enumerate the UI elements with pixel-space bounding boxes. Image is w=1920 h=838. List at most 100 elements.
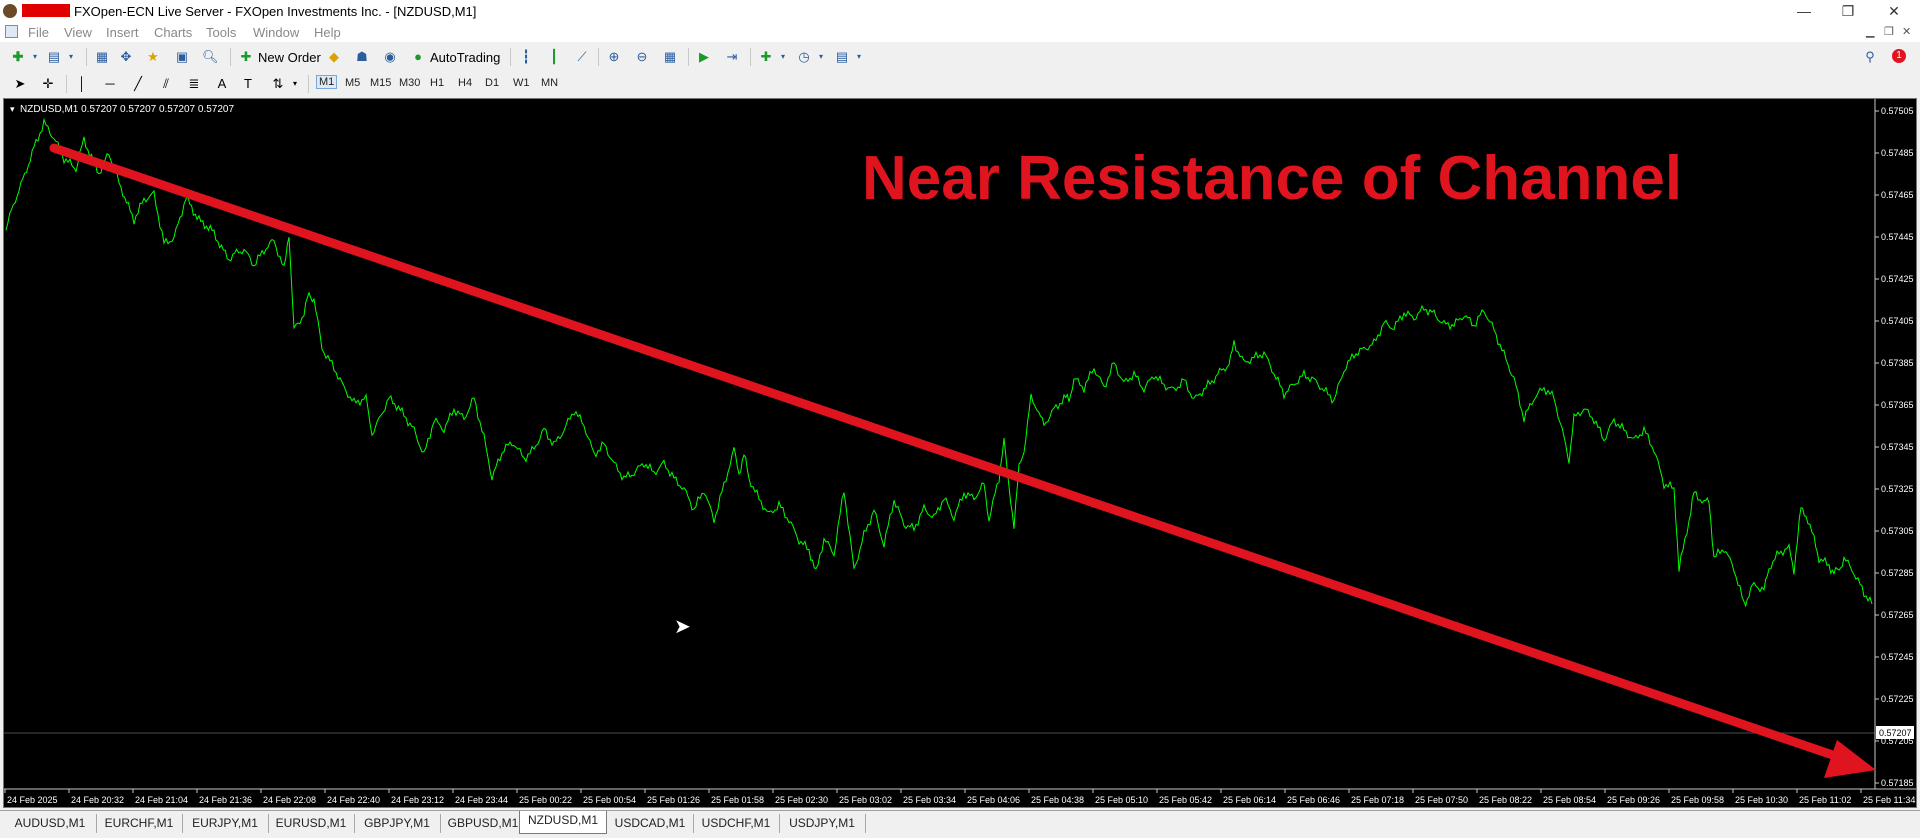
tab-eurchf[interactable]: EURCHF,M1 [96, 814, 183, 833]
alerts-badge[interactable]: 1 [1892, 49, 1906, 63]
menu-view[interactable]: View [64, 25, 92, 40]
terminal-icon[interactable]: ▣ [174, 49, 190, 65]
price-tick-label: 0.57405 [1881, 316, 1914, 326]
time-tick-label: 25 Feb 06:14 [1223, 795, 1276, 805]
channel-icon[interactable]: ⫽ [158, 76, 174, 92]
autotrading-button[interactable]: AutoTrading [430, 50, 500, 65]
timeframe-h4[interactable]: H4 [458, 77, 472, 89]
indicators-icon[interactable]: ✚ [758, 49, 774, 65]
timeframe-m5[interactable]: M5 [345, 77, 360, 89]
price-tick-label: 0.57225 [1881, 694, 1914, 704]
strategy-tester-icon[interactable]: 🔍︎ [202, 49, 219, 65]
dropdown-icon[interactable]: ▾ [851, 49, 867, 65]
tab-audusd[interactable]: AUDUSD,M1 [4, 814, 97, 833]
mdi-close-button[interactable]: ✕ [1902, 25, 1911, 38]
fibonacci-icon[interactable]: ≣ [186, 76, 202, 92]
mdi-minimize-button[interactable]: ▁ [1866, 25, 1874, 38]
dropdown-icon[interactable]: ▾ [27, 49, 43, 65]
tile-windows-icon[interactable]: ▦ [662, 49, 678, 65]
price-chart[interactable]: 0.57505 0.57485 0.57465 0.57445 0.57425 0.574… [3, 98, 1917, 808]
maximize-button[interactable]: ❐ [1834, 1, 1862, 21]
tab-gbpjpy[interactable]: GBPJPY,M1 [354, 814, 441, 833]
text-label-icon[interactable]: T [240, 76, 256, 92]
crosshair-icon[interactable]: ✛ [40, 76, 56, 92]
navigator-icon[interactable]: ★ [145, 49, 161, 65]
chart-header: NZDUSD,M1 0.57207 0.57207 0.57207 0.5720… [20, 104, 234, 115]
dropdown-icon[interactable]: ▾ [813, 49, 829, 65]
time-tick-label: 25 Feb 03:02 [839, 795, 892, 805]
periods-icon[interactable]: ◷ [796, 49, 812, 65]
new-order-icon[interactable]: ✚ [238, 49, 254, 65]
timeframe-w1[interactable]: W1 [513, 77, 530, 89]
menu-tools[interactable]: Tools [206, 25, 236, 40]
zoom-in-icon[interactable]: ⊕ [606, 49, 622, 65]
autotrading-icon[interactable]: ● [410, 49, 426, 65]
timeframe-m30[interactable]: M30 [399, 77, 420, 89]
tab-usdchf[interactable]: USDCHF,M1 [693, 814, 780, 833]
close-button[interactable]: ✕ [1880, 1, 1908, 21]
minimize-button[interactable]: — [1790, 1, 1818, 21]
time-tick-label: 25 Feb 07:18 [1351, 795, 1404, 805]
time-axis: 24 Feb 2025 24 Feb 20:32 24 Feb 21:04 24 Fe… [4, 789, 1915, 805]
tab-eurjpy[interactable]: EURJPY,M1 [182, 814, 269, 833]
tab-gbpusd[interactable]: GBPUSD,M1 [440, 814, 527, 833]
price-tick-label: 0.57365 [1881, 400, 1914, 410]
time-tick-label: 25 Feb 04:06 [967, 795, 1020, 805]
signals-icon[interactable]: ☗ [354, 49, 370, 65]
dropdown-icon[interactable]: ▾ [63, 49, 79, 65]
autoscroll-icon[interactable]: ▶ [696, 49, 712, 65]
chart-window-icon[interactable] [5, 25, 18, 38]
app-logo-icon [3, 4, 17, 18]
price-tick-label: 0.57325 [1881, 484, 1914, 494]
trendline-icon[interactable]: ╱ [130, 76, 146, 92]
data-window-icon[interactable]: ✥ [118, 49, 134, 65]
templates-icon[interactable]: ▤ [834, 49, 850, 65]
timeframe-m1[interactable]: M1 [316, 75, 338, 89]
tab-eurusd[interactable]: EURUSD,M1 [268, 814, 355, 833]
chart-shift-icon[interactable]: ⇥ [724, 49, 740, 65]
timeframe-d1[interactable]: D1 [485, 77, 499, 89]
dropdown-icon[interactable]: ▾ [287, 76, 303, 92]
timeframe-h1[interactable]: H1 [430, 77, 444, 89]
time-tick-label: 25 Feb 06:46 [1287, 795, 1340, 805]
price-tick-label: 0.57245 [1881, 652, 1914, 662]
menu-insert[interactable]: Insert [106, 25, 139, 40]
mdi-restore-button[interactable]: ❐ [1884, 25, 1894, 38]
price-tick-label: 0.57305 [1881, 526, 1914, 536]
zoom-out-icon[interactable]: ⊖ [634, 49, 650, 65]
menu-window[interactable]: Window [253, 25, 299, 40]
search-icon[interactable]: ⚲ [1862, 49, 1878, 65]
metaeditor-icon[interactable]: ◆ [326, 49, 342, 65]
tab-usdjpy[interactable]: USDJPY,M1 [779, 814, 866, 833]
new-order-button[interactable]: New Order [258, 50, 321, 65]
text-icon[interactable]: A [214, 76, 230, 92]
price-tick-label: 0.57285 [1881, 568, 1914, 578]
time-tick-label: 25 Feb 11:34 [1863, 795, 1915, 805]
menu-help[interactable]: Help [314, 25, 341, 40]
candlestick-icon[interactable]: ┃ [546, 49, 562, 65]
time-tick-label: 25 Feb 00:54 [583, 795, 636, 805]
line-chart-icon[interactable]: ⟋ [574, 49, 590, 65]
new-chart-icon[interactable]: ✚ [10, 49, 26, 65]
profiles-icon[interactable]: ▤ [46, 49, 62, 65]
trend-arrow-line [49, 143, 1864, 769]
cursor-icon[interactable]: ➤ [12, 76, 28, 92]
drawing-toolbar: ➤ ✛ │ ─ ╱ ⫽ ≣ A T ⇅ ▾ M1 M5 M15 M30 H1 H… [0, 71, 1920, 95]
chart-tabs: AUDUSD,M1 EURCHF,M1 EURJPY,M1 EURUSD,M1 … [0, 810, 1920, 838]
mouse-cursor-icon: ➤ [674, 616, 691, 638]
vertical-line-icon[interactable]: │ [74, 76, 90, 92]
bar-chart-icon[interactable]: ┇ [518, 49, 534, 65]
dropdown-icon[interactable]: ▾ [775, 49, 791, 65]
arrows-icon[interactable]: ⇅ [270, 76, 286, 92]
timeframe-m15[interactable]: M15 [370, 77, 391, 89]
chart-canvas[interactable]: 0.57505 0.57485 0.57465 0.57445 0.57425 0.574… [4, 99, 1916, 807]
menu-charts[interactable]: Charts [154, 25, 192, 40]
tab-nzdusd[interactable]: NZDUSD,M1 [519, 811, 607, 834]
chart-symbol-marker: ▾ [10, 104, 15, 114]
market-watch-icon[interactable]: ▦ [94, 49, 110, 65]
tab-usdcad[interactable]: USDCAD,M1 [607, 814, 694, 833]
market-icon[interactable]: ◉ [382, 49, 398, 65]
horizontal-line-icon[interactable]: ─ [102, 76, 118, 92]
timeframe-mn[interactable]: MN [541, 77, 558, 89]
menu-file[interactable]: File [28, 25, 49, 40]
